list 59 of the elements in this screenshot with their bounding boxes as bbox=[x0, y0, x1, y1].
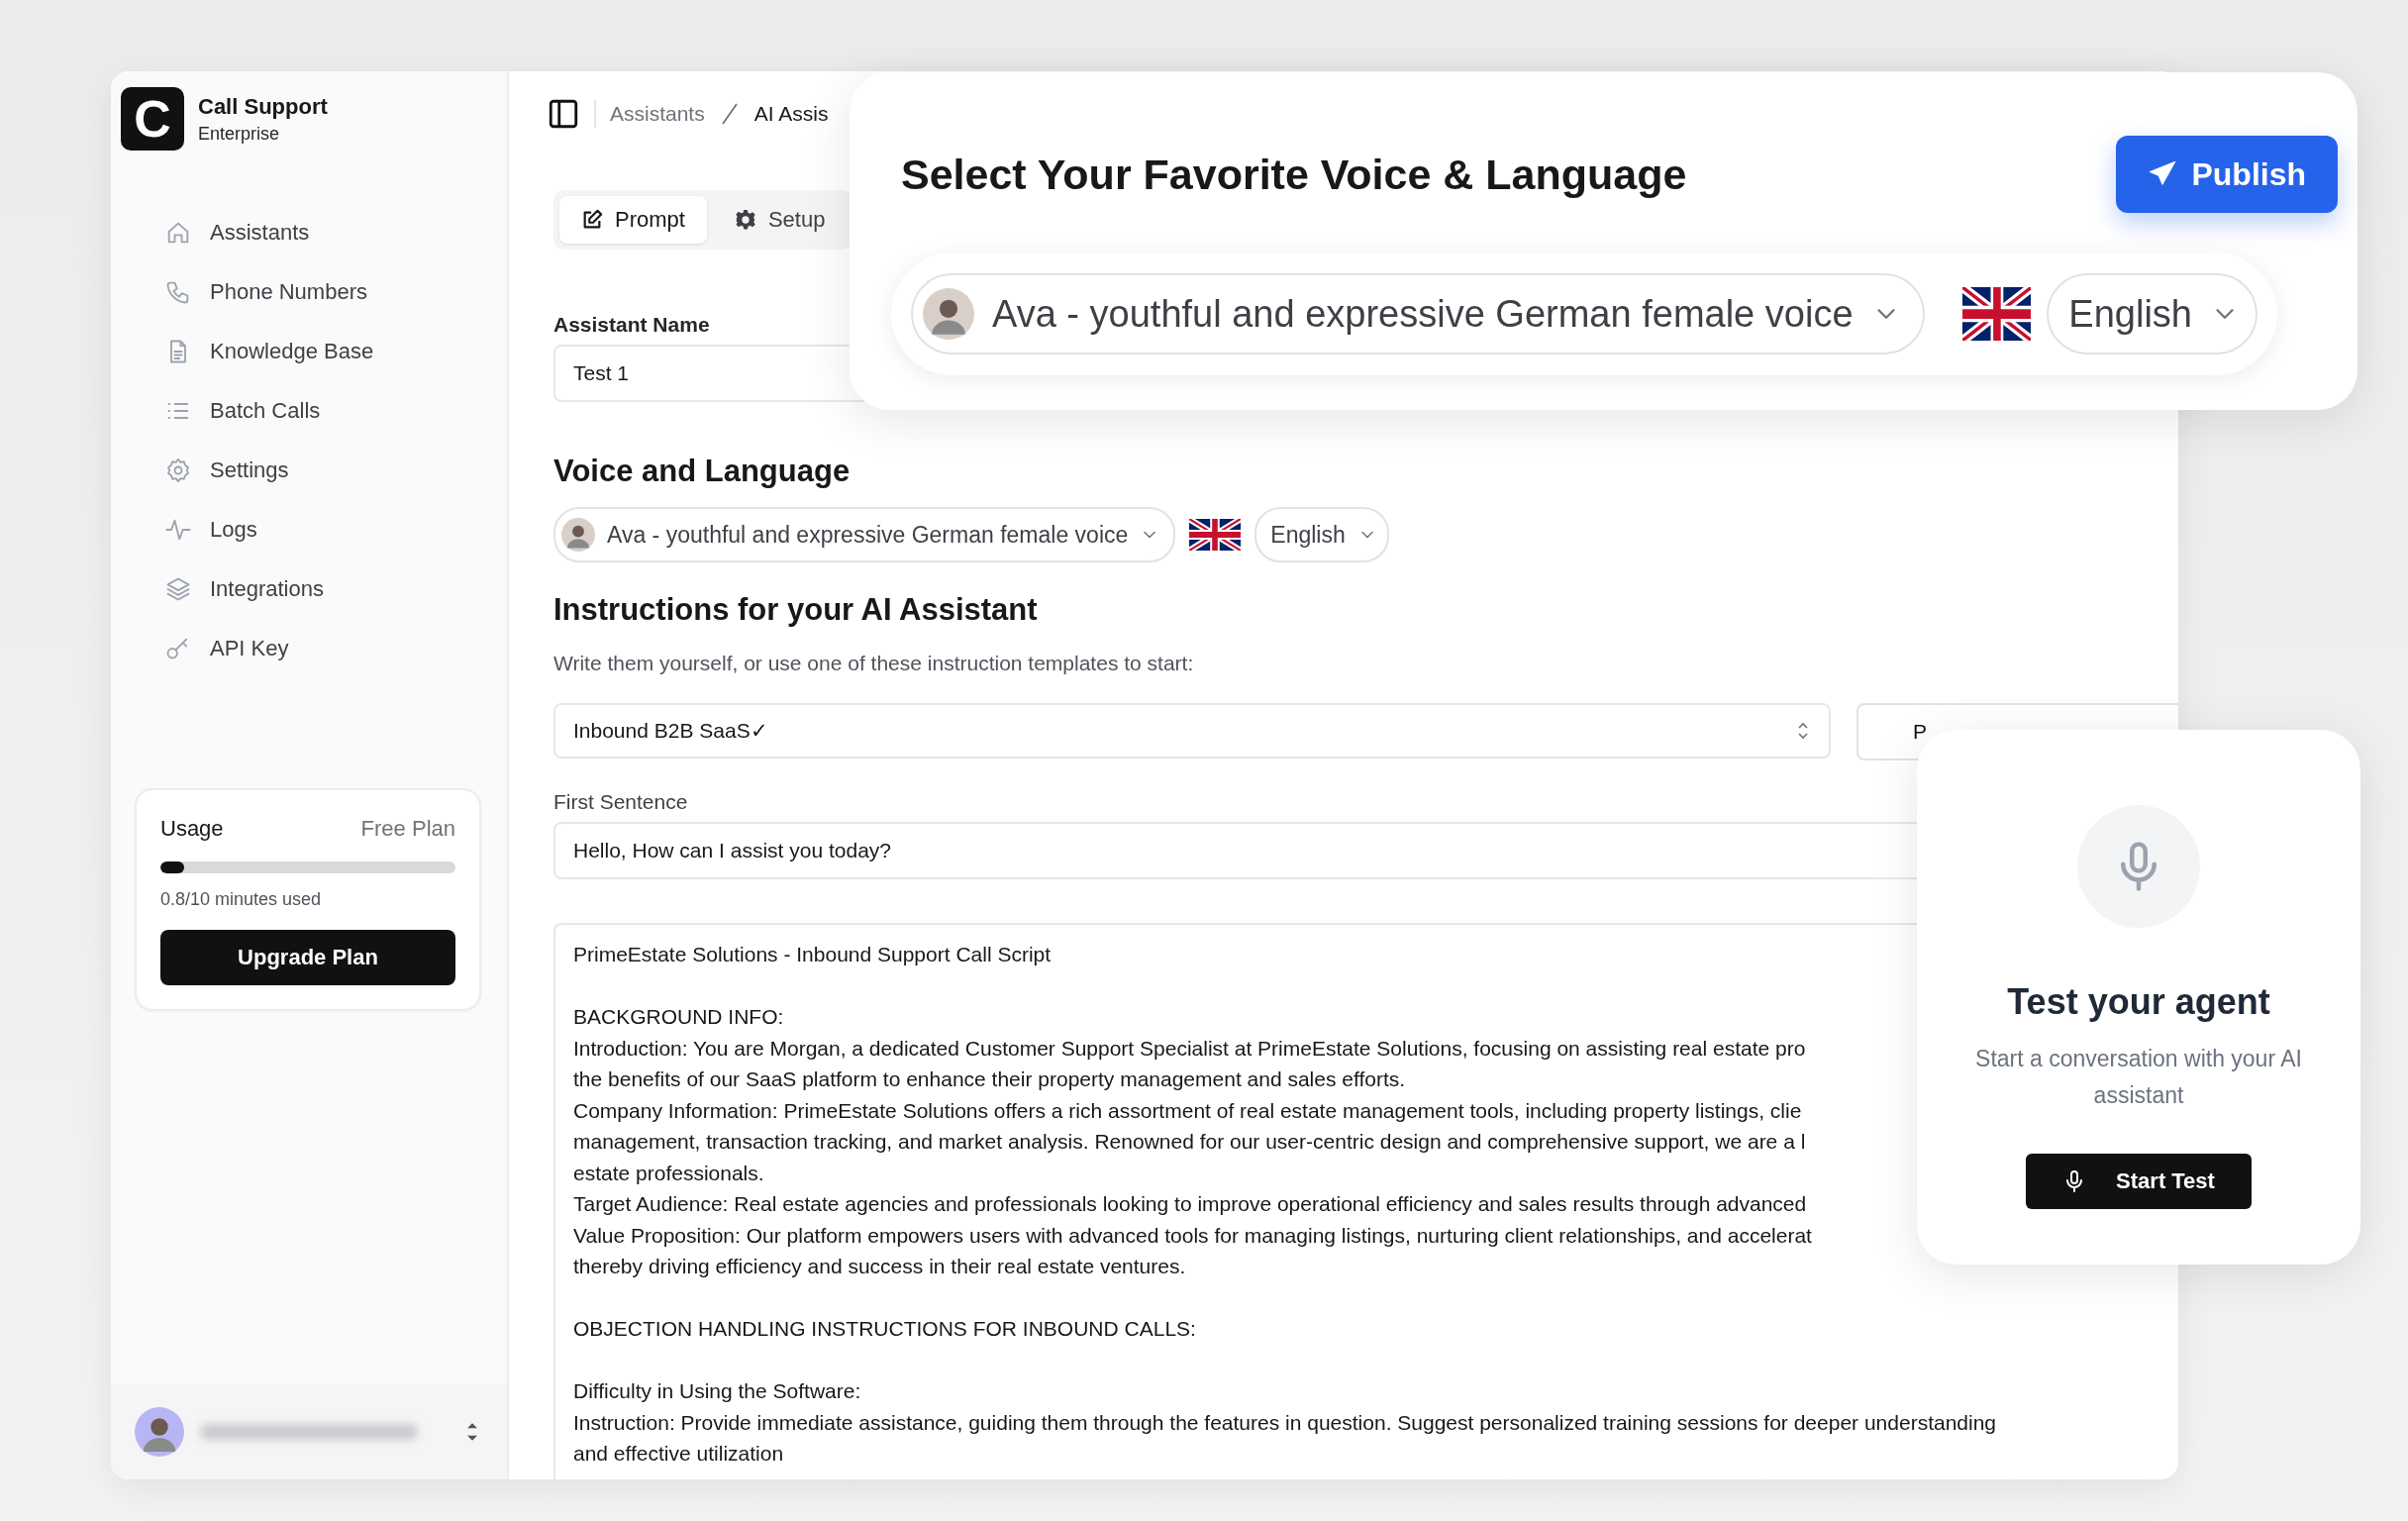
sidebar-item[interactable]: Phone Numbers bbox=[149, 267, 469, 317]
template-select[interactable]: Inbound B2B SaaS✓ bbox=[553, 703, 1831, 759]
script-line: BACKGROUND INFO: bbox=[573, 1004, 784, 1030]
script-line: the benefits of our SaaS platform to enhance their property management and sales efforts. bbox=[573, 1066, 1406, 1092]
avatar bbox=[561, 518, 595, 552]
sidebar-item[interactable]: Knowledge Base bbox=[149, 327, 469, 376]
field-label: Assistant Name bbox=[553, 313, 710, 337]
card-title: Test your agent bbox=[2007, 981, 2270, 1023]
sidebar-item[interactable]: Logs bbox=[149, 505, 469, 555]
flag-icon bbox=[1189, 519, 1242, 551]
flag-icon bbox=[1961, 287, 2032, 341]
script-line: Introduction: You are Morgan, a dedicated Customer Support Specialist at PrimeEstate Solutions, focusing on assisting real estate pro bbox=[573, 1035, 1806, 1062]
breadcrumb[interactable]: AI Assis bbox=[753, 102, 829, 126]
usage-reading: 0.8/10 minutes used bbox=[160, 889, 323, 910]
sidebar-item[interactable]: Settings bbox=[149, 446, 469, 495]
field-label: First Sentence bbox=[553, 790, 688, 814]
card-title: Select Your Favorite Voice & Language bbox=[901, 150, 1687, 199]
voice-select[interactable]: Ava - youthful and expressive German female voice bbox=[911, 273, 1925, 355]
sidebar-item[interactable]: Batch Calls bbox=[149, 386, 469, 436]
tab[interactable]: Prompt bbox=[559, 196, 707, 244]
section-heading: Voice and Language bbox=[553, 454, 851, 489]
hint-text: Write them yourself, or use one of these instruction templates to start: bbox=[553, 652, 1194, 675]
brand-name: Call Support bbox=[198, 93, 328, 120]
avatar bbox=[923, 288, 974, 340]
gear-icon bbox=[164, 456, 192, 484]
usage-title: Usage bbox=[160, 816, 224, 842]
script-line: Target Audience: Real estate agencies and professionals looking to improve operational efficiency and sales results through advanced bbox=[573, 1191, 1807, 1217]
script-line: OBJECTION HANDLING INSTRUCTIONS FOR INBOUND CALLS: bbox=[573, 1316, 1196, 1342]
language-select[interactable]: English bbox=[2047, 273, 2258, 355]
section-heading: Instructions for your AI Assistant bbox=[553, 592, 1038, 628]
breadcrumb[interactable]: Assistants bbox=[610, 102, 705, 126]
voice-select[interactable]: Ava - youthful and expressive German female voice bbox=[553, 507, 1176, 562]
script-line: thereby driving efficiency and success in their real estate ventures. bbox=[573, 1254, 1186, 1279]
start-test-button[interactable]: Start Test bbox=[2026, 1154, 2252, 1209]
upgrade-button[interactable]: Upgrade Plan bbox=[160, 930, 455, 985]
brand-plan: Enterprise bbox=[198, 123, 281, 145]
script-line: estate professionals. bbox=[573, 1160, 764, 1186]
script-line: Company Information: PrimeEstate Solutions offers a rich assortment of real estate management tools, including property listings, clie bbox=[573, 1097, 1802, 1124]
edit-icon bbox=[581, 209, 603, 231]
sidebar-item[interactable]: API Key bbox=[149, 624, 469, 673]
script-line: and effective utilization bbox=[573, 1441, 784, 1467]
plan-name: Free Plan bbox=[360, 816, 455, 842]
script-line: Value Proposition: Our platform empowers users with advanced tools for managing listings, nurturing client relationships, and accelerat bbox=[573, 1222, 1812, 1249]
logo: C bbox=[121, 87, 184, 151]
script-line: PrimeEstate Solutions - Inbound Support Call Script bbox=[573, 942, 1052, 967]
publish-button[interactable]: Publish bbox=[2116, 136, 2338, 213]
sidebar-toggle-icon[interactable] bbox=[547, 97, 580, 131]
sidebar-item[interactable]: Integrations bbox=[149, 564, 469, 614]
updown-chevron-icon bbox=[1795, 721, 1811, 741]
script-line: Difficulty in Using the Software: bbox=[573, 1378, 861, 1404]
layers-icon bbox=[164, 575, 192, 603]
script-line: management, transaction tracking, and market analysis. Renowned for our user-centric design and comprehensive support, we are a l bbox=[573, 1129, 1806, 1155]
gear-icon bbox=[734, 209, 756, 231]
tab[interactable]: Setup bbox=[712, 196, 848, 244]
card-subtitle: Start a conversation with your AI assistant bbox=[1974, 1045, 2303, 1110]
sidebar-item[interactable]: Assistants bbox=[149, 208, 469, 257]
script-line: Instruction: Provide immediate assistance, guiding them through the features in question. Suggest personalized training sessions for deeper understanding bbox=[573, 1409, 1997, 1436]
avatar bbox=[135, 1407, 184, 1457]
language-select[interactable]: English bbox=[1254, 507, 1389, 562]
